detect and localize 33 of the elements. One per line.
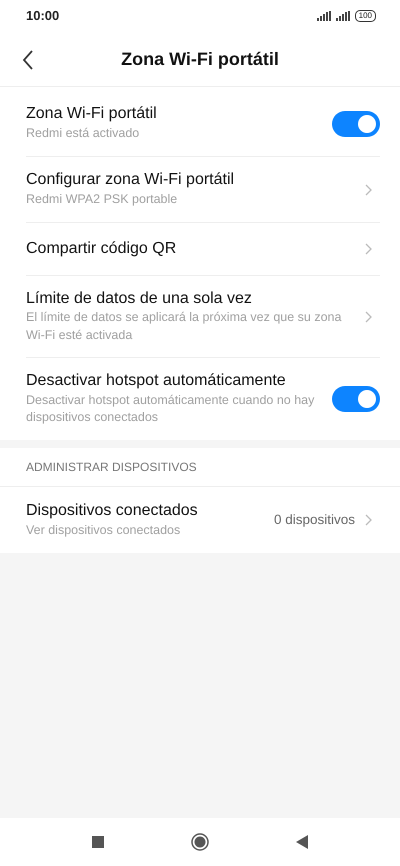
setting-description: Redmi WPA2 PSK portable <box>26 191 178 208</box>
settings-row[interactable]: Desactivar hotspot automáticamente Desactivar hotspot automáticamente cuando no hay dispositivos conectados <box>0 358 400 440</box>
settings-row[interactable]: Configurar zona Wi-Fi portátil Redmi WPA2 PSK portable <box>0 157 400 223</box>
setting-title: Límite de datos de una sola vez <box>26 288 253 309</box>
battery-level: 100 <box>354 10 376 22</box>
setting-value: 0 dispositivos <box>274 510 355 529</box>
page-title: Zona Wi-Fi portátil <box>121 48 279 71</box>
chevron-right-icon <box>365 184 372 196</box>
recents-button[interactable] <box>92 836 104 848</box>
settings-row[interactable]: Límite de datos de una sola vez El límite de datos se aplicará la próxima vez que su zona Wi-Fi esté activada <box>0 276 400 358</box>
setting-description: Ver dispositivos conectados <box>26 522 182 539</box>
setting-description: El límite de datos se aplicará la próxima vez que su zona Wi-Fi esté activada <box>26 309 342 344</box>
chevron-right-icon <box>365 310 372 322</box>
toggle-switch[interactable] <box>332 110 380 136</box>
chevron-right-icon <box>365 243 372 255</box>
setting-title: Zona Wi-Fi portátil <box>26 104 158 124</box>
toggle-switch[interactable] <box>332 386 380 412</box>
signal-icon <box>316 11 332 21</box>
signal-icon <box>336 11 351 21</box>
settings-row[interactable]: Dispositivos conectados Ver dispositivos conectados 0 dispositivos <box>0 487 400 553</box>
setting-description: Desactivar hotspot automáticamente cuando no hay dispositivos conectados <box>26 392 316 426</box>
back-nav-button[interactable] <box>296 835 308 849</box>
settings-row[interactable]: Zona Wi-Fi portátil Redmi está activado <box>0 91 400 157</box>
settings-row[interactable]: Compartir código QR <box>0 223 400 276</box>
setting-title: Configurar zona Wi-Fi portátil <box>26 170 236 190</box>
section-header: ADMINISTRAR DISPOSITIVOS <box>0 448 400 487</box>
chevron-right-icon <box>365 514 372 526</box>
home-button[interactable] <box>190 833 209 851</box>
setting-title: Compartir código QR <box>26 238 178 259</box>
setting-title: Desactivar hotspot automáticamente <box>26 371 287 392</box>
setting-description: Redmi está activado <box>26 125 140 142</box>
status-time: 10:00 <box>26 7 60 26</box>
setting-title: Dispositivos conectados <box>26 500 199 521</box>
